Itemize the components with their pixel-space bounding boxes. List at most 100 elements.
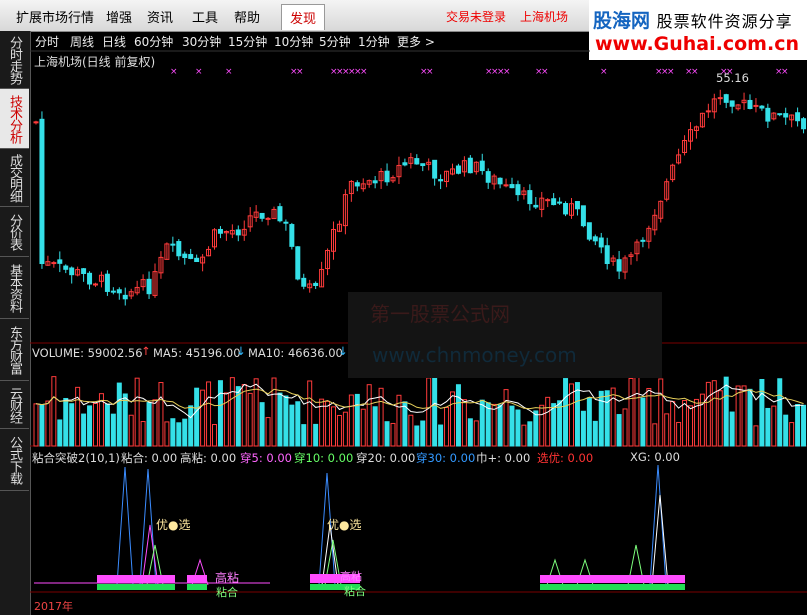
volume-bar xyxy=(652,423,658,447)
volume-bar xyxy=(164,421,170,447)
candle xyxy=(592,236,598,242)
indicator-spike xyxy=(139,468,157,586)
candle xyxy=(574,201,580,210)
volume-bar xyxy=(283,395,289,447)
candle xyxy=(795,112,801,122)
volume-bar xyxy=(122,393,128,447)
candle xyxy=(563,203,569,215)
volume-bar xyxy=(479,399,485,447)
volume-bar xyxy=(116,382,122,447)
candle xyxy=(479,160,485,172)
volume-bar xyxy=(81,413,87,447)
volume-bar xyxy=(771,405,777,447)
down-arrow-icon: ↓ xyxy=(236,344,246,358)
watermark-line2: www.chnmoney.com xyxy=(372,343,577,367)
volume-bar xyxy=(729,411,735,447)
volume-bar xyxy=(188,405,194,447)
volume-bar xyxy=(658,378,664,447)
candle xyxy=(104,273,110,292)
volume-bar xyxy=(301,424,307,447)
candle xyxy=(354,182,360,187)
candle xyxy=(586,222,592,240)
signal-marker: × xyxy=(691,67,699,77)
volume-bar xyxy=(93,402,98,447)
volume-bar xyxy=(331,406,336,447)
candle xyxy=(420,163,426,167)
indicator-value: 穿20: 0.00 xyxy=(356,451,416,465)
volume-bar xyxy=(450,391,455,447)
volume-bar xyxy=(646,387,652,447)
volume-bar xyxy=(384,421,390,447)
up-arrow-icon: ↑ xyxy=(141,344,151,358)
candle xyxy=(182,253,188,259)
indicator-value: 穿30: 0.00 xyxy=(416,451,476,465)
indicator-band xyxy=(187,575,207,583)
volume-bar xyxy=(217,380,223,447)
volume-bar xyxy=(688,405,693,447)
volume-bar xyxy=(795,404,801,447)
volume-bar xyxy=(348,394,354,447)
candle xyxy=(194,257,200,263)
volume-bar xyxy=(134,377,140,447)
volume-bar xyxy=(176,422,182,447)
volume-bar xyxy=(455,384,461,447)
indicator-value: 穿10: 0.00 xyxy=(294,451,354,465)
volume-bar xyxy=(354,393,360,447)
indicator-value: 巾+: 0.00 xyxy=(476,451,531,465)
candle xyxy=(93,283,98,286)
candle xyxy=(414,158,420,165)
candle xyxy=(777,113,783,116)
volume-bar xyxy=(158,382,164,447)
candle xyxy=(110,290,116,293)
volume-bar xyxy=(682,399,688,447)
volume-bar xyxy=(432,375,438,447)
candle xyxy=(557,201,563,204)
candle xyxy=(289,224,295,247)
volume-bar xyxy=(414,425,420,447)
candle xyxy=(723,94,729,103)
volume-bar xyxy=(372,406,378,447)
volume-bar xyxy=(342,411,348,447)
volume-bar xyxy=(586,397,592,447)
volume-bar xyxy=(509,405,515,447)
candle xyxy=(497,177,503,185)
volume-bar xyxy=(735,385,741,447)
volume-bar xyxy=(503,389,509,447)
signal-marker: × xyxy=(503,67,511,77)
volume-bar xyxy=(789,422,795,447)
volume-bar xyxy=(551,403,557,447)
candle xyxy=(705,110,711,113)
volume-bar xyxy=(604,390,610,447)
signal-label: 高粘 xyxy=(340,570,362,583)
candle xyxy=(69,267,75,276)
signal-marker: × xyxy=(600,67,608,77)
candle xyxy=(533,204,539,208)
volume-bar xyxy=(598,390,604,447)
candle xyxy=(81,268,87,274)
volume-bar xyxy=(741,385,747,447)
volume-bar xyxy=(622,408,628,447)
volume-bar xyxy=(563,378,569,447)
signal-marker: × xyxy=(541,67,549,77)
volume-bar xyxy=(360,408,366,447)
candle xyxy=(604,245,610,265)
volume-bar xyxy=(438,424,444,447)
volume-bar xyxy=(473,420,479,447)
candle xyxy=(301,277,307,287)
volume-bar xyxy=(57,419,63,447)
signal-marker: × xyxy=(426,67,434,77)
signal-marker: × xyxy=(225,67,233,77)
volume-bar xyxy=(705,381,711,447)
candle xyxy=(87,272,93,285)
volume-bar xyxy=(200,389,206,447)
volume-bar xyxy=(247,392,253,447)
volume-bar xyxy=(295,401,301,447)
volume-bar xyxy=(277,392,283,447)
volume-bar xyxy=(711,380,717,447)
down-arrow-icon: ↓ xyxy=(338,344,348,358)
candle xyxy=(146,278,152,295)
volume-bar xyxy=(801,404,807,447)
candle xyxy=(515,184,521,196)
signal-label: 粘合 xyxy=(216,586,238,599)
signal-label: 优●选 xyxy=(327,518,362,532)
